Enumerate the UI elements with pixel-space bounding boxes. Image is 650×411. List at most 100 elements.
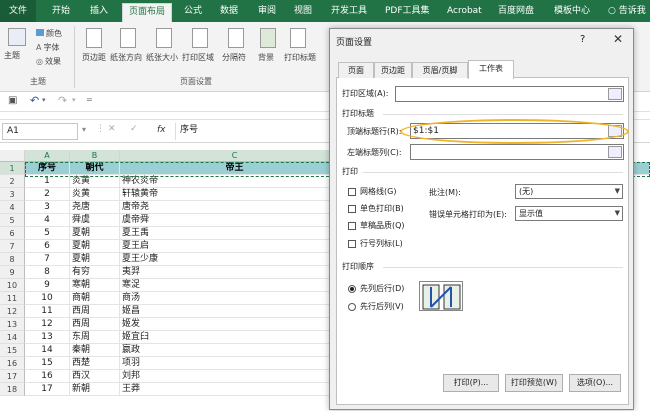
table-cell[interactable]: 嬴政 (120, 344, 350, 357)
table-cell[interactable]: 夏王启 (120, 240, 350, 253)
background-button[interactable]: 背景 (258, 52, 274, 63)
table-cell[interactable]: 王莽 (120, 383, 350, 396)
help-button[interactable]: ? (580, 34, 585, 45)
table-cell[interactable]: 东周 (70, 331, 120, 344)
table-cell[interactable]: 西楚 (70, 357, 120, 370)
table-cell[interactable]: 10 (25, 292, 70, 305)
tab-page[interactable]: 页面 (338, 62, 374, 78)
row-header[interactable]: 3 (0, 188, 25, 201)
undo-dropdown-icon[interactable]: ▾ (42, 96, 46, 104)
orientation-button[interactable]: 纸张方向 (110, 52, 142, 63)
table-cell[interactable]: 虞帝舜 (120, 214, 350, 227)
print-titles-button[interactable]: 打印标题 (284, 52, 316, 63)
row-header[interactable]: 6 (0, 227, 25, 240)
table-cell[interactable]: 商朝 (70, 292, 120, 305)
tab-margins[interactable]: 页边距 (374, 62, 412, 78)
table-cell[interactable]: 夏王禹 (120, 227, 350, 240)
table-cell[interactable]: 夏朝 (70, 240, 120, 253)
table-cell[interactable]: 商汤 (120, 292, 350, 305)
redo-dropdown-icon[interactable]: ▾ (72, 96, 76, 104)
customize-qat-icon[interactable]: = (86, 95, 93, 104)
row-header[interactable]: 18 (0, 383, 25, 396)
table-cell[interactable]: 14 (25, 344, 70, 357)
row-header[interactable]: 9 (0, 266, 25, 279)
table-cell[interactable]: 寒浞 (120, 279, 350, 292)
tab-data[interactable]: 数据 (220, 4, 238, 18)
table-cell[interactable]: 夏朝 (70, 253, 120, 266)
tab-home[interactable]: 开始 (52, 4, 70, 18)
table-cell[interactable]: 有穷 (70, 266, 120, 279)
down-then-over-radio[interactable] (348, 285, 356, 293)
table-cell[interactable]: 9 (25, 279, 70, 292)
table-cell[interactable]: 姬宜臼 (120, 331, 350, 344)
table-cell[interactable]: 项羽 (120, 357, 350, 370)
tab-file[interactable]: 文件 (0, 0, 36, 22)
column-header-b[interactable]: B (70, 150, 120, 162)
table-cell[interactable]: 炎黄 (70, 175, 120, 188)
insert-function-icon[interactable]: fx (157, 125, 166, 135)
table-cell[interactable]: 夷羿 (120, 266, 350, 279)
table-cell[interactable]: 西周 (70, 305, 120, 318)
print-area-input[interactable] (395, 86, 624, 102)
table-cell[interactable]: 12 (25, 318, 70, 331)
name-box-dropdown-icon[interactable]: ▾ (82, 125, 86, 134)
table-cell[interactable]: 11 (25, 305, 70, 318)
options-button[interactable]: 选项(O)... (569, 374, 621, 392)
table-cell[interactable]: 5 (25, 227, 70, 240)
redo-icon[interactable]: ↷ (58, 94, 67, 107)
table-cell[interactable]: 2 (25, 188, 70, 201)
table-cell[interactable]: 轩辕黄帝 (120, 188, 350, 201)
table-cell[interactable]: 4 (25, 214, 70, 227)
table-cell[interactable]: 8 (25, 266, 70, 279)
title-cols-input[interactable] (410, 144, 624, 160)
tab-insert[interactable]: 插入 (90, 4, 108, 18)
row-header[interactable]: 4 (0, 201, 25, 214)
header-cell-dynasty[interactable]: 朝代 (70, 162, 120, 175)
table-cell[interactable]: 夏朝 (70, 227, 120, 240)
column-header-c[interactable]: C (120, 150, 350, 162)
cancel-icon[interactable]: ✕ (108, 124, 116, 134)
table-cell[interactable]: 17 (25, 383, 70, 396)
table-cell[interactable]: 15 (25, 357, 70, 370)
title-rows-input[interactable]: $1:$1 (410, 123, 624, 139)
table-cell[interactable]: 秦朝 (70, 344, 120, 357)
table-cell[interactable]: 唐帝尧 (120, 201, 350, 214)
header-cell-seq[interactable]: 序号 (25, 162, 70, 175)
gridlines-checkbox[interactable] (348, 188, 356, 196)
row-header[interactable]: 2 (0, 175, 25, 188)
table-cell[interactable]: 3 (25, 201, 70, 214)
comments-select[interactable]: (无) ▼ (515, 184, 623, 199)
header-cell-emperor[interactable]: 帝王 (120, 162, 350, 175)
fonts-button[interactable]: A 字体 (36, 42, 59, 53)
row-header[interactable]: 11 (0, 292, 25, 305)
table-cell[interactable]: 西汉 (70, 370, 120, 383)
tab-formulas[interactable]: 公式 (184, 4, 202, 18)
over-then-down-radio[interactable] (348, 303, 356, 311)
row-header[interactable]: 17 (0, 370, 25, 383)
effects-button[interactable]: ◎ 效果 (36, 56, 61, 67)
collapse-dialog-icon[interactable] (608, 146, 622, 158)
select-all-corner[interactable] (0, 150, 25, 162)
table-cell[interactable]: 新朝 (70, 383, 120, 396)
row-header[interactable]: 16 (0, 357, 25, 370)
tab-template-center[interactable]: 模板中心 (554, 4, 590, 18)
table-cell[interactable]: 6 (25, 240, 70, 253)
row-col-headings-checkbox[interactable] (348, 240, 356, 248)
tab-developer[interactable]: 开发工具 (331, 4, 367, 18)
close-button[interactable]: ✕ (613, 32, 623, 46)
table-cell[interactable]: 寒朝 (70, 279, 120, 292)
row-header[interactable]: 7 (0, 240, 25, 253)
print-button[interactable]: 打印(P)... (443, 374, 499, 392)
save-icon[interactable]: ▣ (8, 95, 17, 106)
row-header[interactable]: 15 (0, 344, 25, 357)
tab-review[interactable]: 审阅 (258, 4, 276, 18)
tab-sheet[interactable]: 工作表 (468, 60, 514, 79)
name-box[interactable]: A1 (2, 123, 78, 140)
table-cell[interactable]: 舜虞 (70, 214, 120, 227)
row-header[interactable]: 14 (0, 331, 25, 344)
table-cell[interactable]: 炎黄 (70, 188, 120, 201)
size-button[interactable]: 纸张大小 (146, 52, 178, 63)
table-cell[interactable]: 16 (25, 370, 70, 383)
breaks-button[interactable]: 分隔符 (222, 52, 246, 63)
table-cell[interactable]: 刘邦 (120, 370, 350, 383)
